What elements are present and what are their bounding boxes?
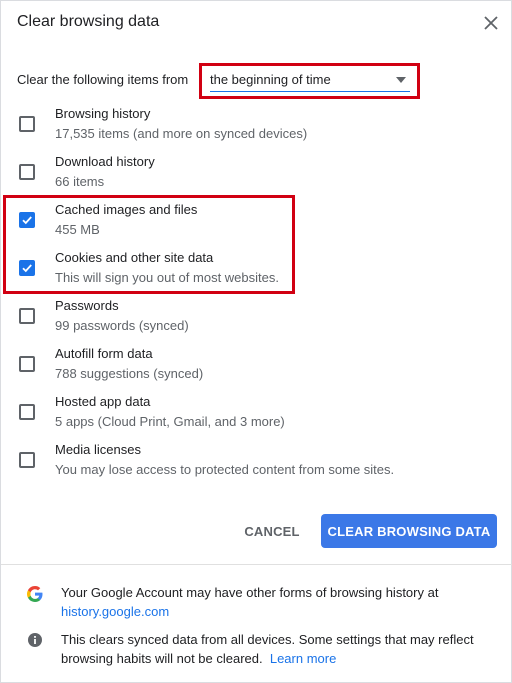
checkmark-icon [22,216,32,225]
item-detail: 99 passwords (synced) [55,318,189,333]
cookies-checkbox[interactable] [19,260,35,276]
close-button[interactable] [479,11,503,35]
synced-data-note: This clears synced data from all devices… [61,630,491,668]
checkmark-icon [22,264,32,273]
item-download-history[interactable]: Download history 66 items [1,149,512,197]
clear-browsing-data-button[interactable]: CLEAR BROWSING DATA [321,514,497,548]
item-autofill[interactable]: Autofill form data 788 suggestions (sync… [1,341,512,389]
item-label: Cookies and other site data [55,250,214,265]
item-hosted-app-data[interactable]: Hosted app data 5 apps (Cloud Print, Gma… [1,389,512,437]
media-licenses-checkbox[interactable] [19,452,35,468]
item-browsing-history[interactable]: Browsing history 17,535 items (and more … [1,101,512,149]
item-label: Cached images and files [55,202,198,217]
cancel-button[interactable]: CANCEL [233,514,311,548]
google-account-note: Your Google Account may have other forms… [61,583,491,621]
info-icon [28,633,42,647]
browsing-history-checkbox[interactable] [19,116,35,132]
item-label: Autofill form data [55,346,153,361]
time-range-label: Clear the following items from [17,72,189,87]
item-detail: 788 suggestions (synced) [55,366,204,381]
item-label: Browsing history [55,106,151,121]
item-detail: 5 apps (Cloud Print, Gmail, and 3 more) [55,414,285,429]
chevron-down-icon [396,77,406,83]
time-range-value: the beginning of time [210,72,331,87]
item-media-licenses[interactable]: Media licenses You may lose access to pr… [1,437,512,485]
highlight-box-time-range: the beginning of time [199,63,420,99]
cached-images-checkbox[interactable] [19,212,35,228]
item-label: Passwords [55,298,119,313]
passwords-checkbox[interactable] [19,308,35,324]
history-google-link[interactable]: history.google.com [61,604,169,619]
close-icon [484,16,498,30]
autofill-checkbox[interactable] [19,356,35,372]
item-detail: 66 items [55,174,105,189]
item-detail: 455 MB [55,222,100,237]
item-label: Hosted app data [55,394,151,409]
google-g-icon [27,586,43,602]
item-passwords[interactable]: Passwords 99 passwords (synced) [1,293,512,341]
dialog-footer: Your Google Account may have other forms… [1,564,512,683]
dialog-title: Clear browsing data [17,13,160,30]
data-type-list: Browsing history 17,535 items (and more … [1,101,512,485]
item-cached-images[interactable]: Cached images and files 455 MB [1,197,512,245]
time-range-select[interactable]: the beginning of time [210,70,410,92]
dialog-actions: CANCEL CLEAR BROWSING DATA [1,514,512,548]
download-history-checkbox[interactable] [19,164,35,180]
google-account-text: Your Google Account may have other forms… [61,585,439,600]
synced-data-text: This clears synced data from all devices… [61,632,474,666]
item-label: Download history [55,154,155,169]
learn-more-link[interactable]: Learn more [270,651,336,666]
item-label: Media licenses [55,442,141,457]
item-detail: 17,535 items (and more on synced devices… [55,126,308,141]
hosted-app-data-checkbox[interactable] [19,404,35,420]
item-detail: This will sign you out of most websites. [55,270,279,285]
time-range-row: Clear the following items from the begin… [17,63,427,99]
item-detail: You may lose access to protected content… [55,462,395,477]
item-cookies[interactable]: Cookies and other site data This will si… [1,245,512,293]
clear-browsing-data-dialog: Clear browsing data Clear the following … [0,0,512,683]
